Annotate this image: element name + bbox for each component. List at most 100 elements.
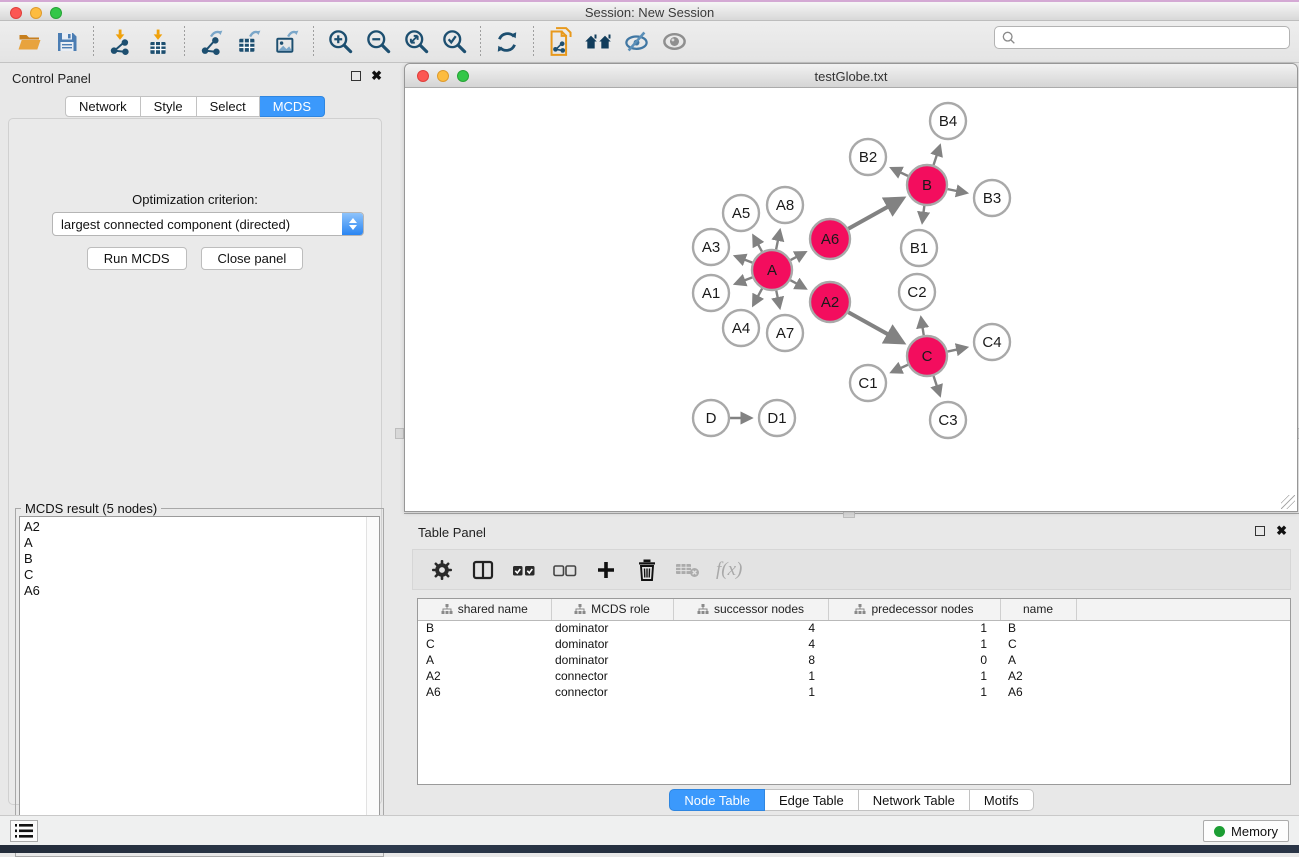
mcds-result-item[interactable]: A2 <box>20 519 379 535</box>
deselect-all-columns-button[interactable] <box>552 556 578 584</box>
graph-edge-A-A1[interactable] <box>735 277 752 283</box>
graph-edge-A-A2[interactable] <box>790 280 805 288</box>
graph-edge-A-A7[interactable] <box>776 291 780 308</box>
export-network-button[interactable] <box>192 24 230 60</box>
network-canvas[interactable]: B4B2BB3A8A5A6A3B1AA1C2A2A4A7C4CC1C3DD1 <box>406 88 1296 511</box>
network-window-titlebar[interactable]: testGlobe.txt <box>405 64 1297 88</box>
close-table-panel-icon[interactable]: ✖ <box>1276 526 1287 536</box>
graph-edge-A-A8[interactable] <box>776 230 780 249</box>
delete-table-button-disabled <box>675 556 701 584</box>
column-type-icon <box>854 604 866 615</box>
export-table-button[interactable] <box>230 24 268 60</box>
close-panel-icon[interactable]: ✖ <box>371 71 382 81</box>
mcds-result-item[interactable]: A <box>20 535 379 551</box>
split-columns-button[interactable] <box>470 556 496 584</box>
tab-network-table[interactable]: Network Table <box>859 789 970 811</box>
mcds-result-list[interactable]: A2ABCA6 <box>19 516 380 852</box>
zoom-fit-button[interactable] <box>397 24 435 60</box>
table-panel: Table Panel ✖ <box>404 516 1299 815</box>
select-all-columns-button[interactable] <box>511 556 537 584</box>
open-session-button[interactable] <box>10 24 48 60</box>
table-cell: dominator <box>551 620 673 636</box>
graph-edge-B-B4[interactable] <box>934 146 940 165</box>
session-title: Session: New Session <box>0 5 1299 20</box>
vertical-splitter-handle[interactable] <box>395 428 404 439</box>
graph-edge-A6-B[interactable] <box>848 199 902 229</box>
graph-edge-A-A6[interactable] <box>791 252 806 260</box>
graph-node-label-A8: A8 <box>776 197 794 214</box>
task-history-button[interactable] <box>10 820 38 842</box>
table-cell: 1 <box>828 620 1000 636</box>
zoom-selected-button[interactable] <box>435 24 473 60</box>
node-table[interactable]: shared name MCDS role <box>417 598 1291 785</box>
run-mcds-button[interactable]: Run MCDS <box>87 247 187 270</box>
graph-edge-B-B3[interactable] <box>948 189 967 193</box>
graph-edge-C-C4[interactable] <box>948 347 967 351</box>
table-row[interactable]: A6connector11A6 <box>418 684 1290 700</box>
table-row[interactable]: Cdominator41C <box>418 636 1290 652</box>
home-views-button[interactable] <box>579 24 617 60</box>
import-network-button[interactable] <box>101 24 139 60</box>
toolbar-separator <box>313 26 314 58</box>
float-table-panel-icon[interactable] <box>1255 526 1265 536</box>
close-panel-button[interactable]: Close panel <box>201 247 304 270</box>
tab-mcds[interactable]: MCDS <box>260 96 325 117</box>
graph-edge-B-B2[interactable] <box>891 168 908 176</box>
tab-style[interactable]: Style <box>141 96 197 117</box>
mcds-result-item[interactable]: B <box>20 551 379 567</box>
table-settings-button[interactable] <box>429 556 455 584</box>
import-table-button[interactable] <box>139 24 177 60</box>
table-row[interactable]: Adominator80A <box>418 652 1290 668</box>
float-panel-icon[interactable] <box>351 71 361 81</box>
network-graph-svg[interactable]: B4B2BB3A8A5A6A3B1AA1C2A2A4A7C4CC1C3DD1 <box>406 88 1296 511</box>
toolbar-separator <box>480 26 481 58</box>
table-row[interactable]: Bdominator41B <box>418 620 1290 636</box>
graph-edge-A-A4[interactable] <box>753 289 762 306</box>
clone-network-button[interactable] <box>541 24 579 60</box>
column-header-name[interactable]: name <box>1000 599 1076 620</box>
save-floppy-icon <box>55 30 79 54</box>
tab-motifs[interactable]: Motifs <box>970 789 1034 811</box>
column-header-predecessor-nodes[interactable]: predecessor nodes <box>828 599 1000 620</box>
tab-node-table[interactable]: Node Table <box>669 789 765 811</box>
search-input[interactable] <box>1017 31 1289 45</box>
criterion-dropdown[interactable]: largest connected component (directed) <box>52 212 364 236</box>
zoom-out-button[interactable] <box>359 24 397 60</box>
table-cell: A2 <box>418 668 551 684</box>
refresh-button[interactable] <box>488 24 526 60</box>
column-header-mcds-role[interactable]: MCDS role <box>551 599 673 620</box>
search-field[interactable] <box>994 26 1290 49</box>
column-header-shared-name[interactable]: shared name <box>418 599 551 620</box>
delete-column-button[interactable] <box>634 556 660 584</box>
graph-edge-C-C2[interactable] <box>921 318 924 336</box>
graph-edge-C-C3[interactable] <box>934 376 940 395</box>
houses-icon <box>583 30 613 54</box>
table-row[interactable]: A2connector11A2 <box>418 668 1290 684</box>
graph-edge-B-B1[interactable] <box>922 206 924 222</box>
graph-edge-A-A3[interactable] <box>735 256 752 262</box>
save-session-button[interactable] <box>48 24 86 60</box>
graph-edge-A2-C[interactable] <box>848 312 902 342</box>
graph-edge-A-A5[interactable] <box>753 236 762 252</box>
column-header-successor-nodes[interactable]: successor nodes <box>673 599 828 620</box>
mcds-result-item[interactable]: A6 <box>20 583 379 599</box>
column-type-icon <box>574 604 586 615</box>
table-cell: 8 <box>673 652 828 668</box>
graph-node-label-C3: C3 <box>938 412 957 429</box>
zoom-in-button[interactable] <box>321 24 359 60</box>
hide-annotations-button[interactable] <box>617 24 655 60</box>
tab-select[interactable]: Select <box>197 96 260 117</box>
column-type-icon <box>441 604 453 615</box>
show-eye-button[interactable] <box>655 24 693 60</box>
mcds-list-scrollbar[interactable] <box>366 517 379 851</box>
add-column-button[interactable] <box>593 556 619 584</box>
dropdown-stepper-icon <box>342 213 363 235</box>
mcds-result-item[interactable]: C <box>20 567 379 583</box>
tab-edge-table[interactable]: Edge Table <box>765 789 859 811</box>
table-header-row: shared name MCDS role <box>418 599 1290 620</box>
window-resize-grip[interactable] <box>1281 495 1295 509</box>
memory-button[interactable]: Memory <box>1203 820 1289 842</box>
export-image-button[interactable] <box>268 24 306 60</box>
graph-edge-C-C1[interactable] <box>892 365 908 372</box>
tab-network[interactable]: Network <box>65 96 141 117</box>
